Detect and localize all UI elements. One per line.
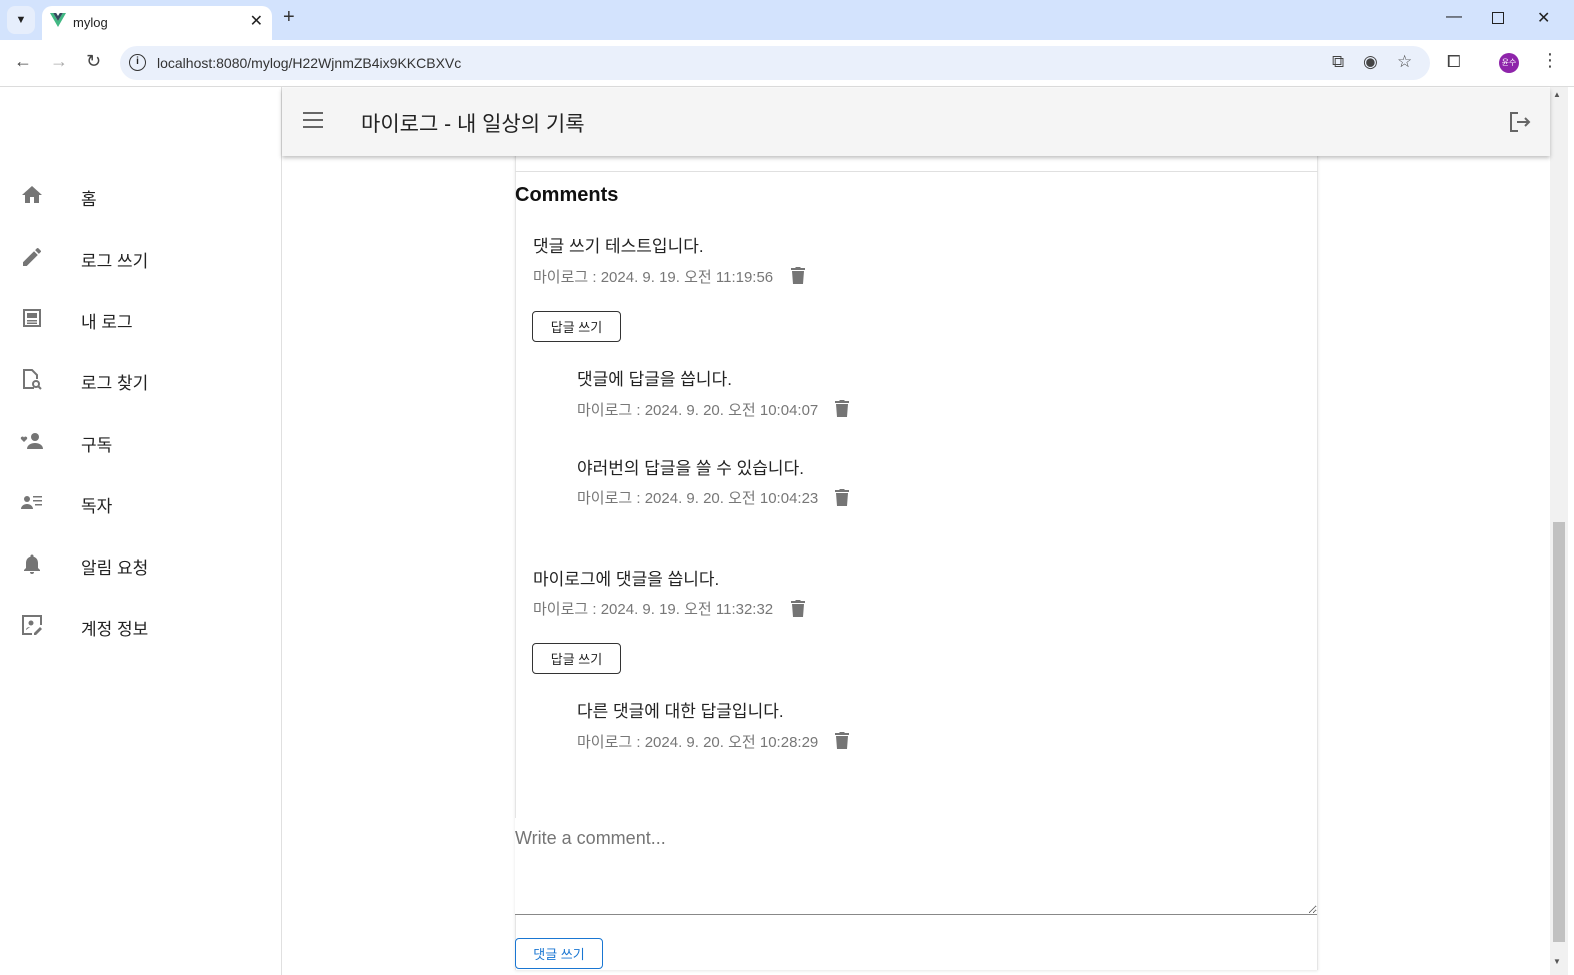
pencil-icon <box>23 247 41 266</box>
eye-icon[interactable]: ◉ <box>1363 52 1378 72</box>
submit-comment-button[interactable]: 댓글 쓰기 <box>515 938 603 969</box>
profile-avatar[interactable]: 윤수 <box>1499 53 1519 73</box>
scroll-up-icon[interactable]: ▲ <box>1553 90 1561 99</box>
find-document-icon <box>23 369 42 390</box>
site-info-icon[interactable]: i <box>129 54 146 71</box>
hamburger-menu-icon[interactable] <box>302 111 324 129</box>
url-text[interactable]: localhost:8080/mylog/H22WjnmZB4ix9KKCBXV… <box>157 55 461 71</box>
reply-button[interactable]: 답글 쓰기 <box>532 311 621 342</box>
scrollbar-thumb[interactable] <box>1553 522 1565 942</box>
open-external-icon[interactable]: ⧉ <box>1332 52 1344 72</box>
reload-icon[interactable]: ↻ <box>86 51 101 72</box>
tab-search-button[interactable]: ▼ <box>7 6 35 34</box>
reply-meta: 마이로그 : 2024. 9. 20. 오전 10:28:29 <box>577 734 819 751</box>
sidebar-item-readers[interactable]: 독자 <box>0 478 281 526</box>
reply-meta: 마이로그 : 2024. 9. 20. 오전 10:04:07 <box>577 402 819 419</box>
comment: 댓글 쓰기 테스트입니다. <box>533 237 704 256</box>
comment-input[interactable] <box>515 818 1317 915</box>
maximize-icon[interactable] <box>1492 12 1504 24</box>
page-title: 마이로그 - 내 일상의 기록 <box>361 113 585 136</box>
forward-icon[interactable]: → <box>50 51 68 72</box>
extensions-icon[interactable]: ⧠ <box>1447 52 1461 72</box>
account-edit-icon <box>22 615 42 635</box>
browser-menu-icon[interactable]: ⋮ <box>1541 50 1559 71</box>
comment-text: 마이로그에 댓글을 씁니다. <box>533 570 720 589</box>
trash-icon[interactable] <box>791 599 805 617</box>
app-header: 마이로그 - 내 일상의 기록 <box>282 88 1550 156</box>
trash-icon[interactable] <box>835 488 849 506</box>
trash-icon[interactable] <box>791 266 805 284</box>
bookmark-star-icon[interactable]: ☆ <box>1397 52 1412 72</box>
sidebar-item-account[interactable]: 계정 정보 <box>0 601 281 649</box>
vue-logo-icon <box>50 13 66 27</box>
reply-text: 야러번의 답글을 쓸 수 있습니다. <box>577 459 804 478</box>
sidebar-item-home[interactable]: 홈 <box>0 171 281 219</box>
trash-icon[interactable] <box>835 731 849 749</box>
sidebar: 홈 로그 쓰기 내 로그 로그 찾기 구독 독자 알림 요청 계정 정보 <box>0 87 282 975</box>
subscribe-icon <box>20 433 43 449</box>
back-icon[interactable]: ← <box>14 51 32 72</box>
reply-text: 댓글에 답글을 씁니다. <box>577 370 732 389</box>
reply-meta: 마이로그 : 2024. 9. 20. 오전 10:04:23 <box>577 490 819 507</box>
bell-icon <box>24 554 40 574</box>
article-icon <box>23 309 41 327</box>
comment-meta: 마이로그 : 2024. 9. 19. 오전 11:19:56 <box>533 269 774 286</box>
home-icon <box>22 186 42 203</box>
sidebar-item-find-log[interactable]: 로그 찾기 <box>0 355 281 403</box>
minimize-icon[interactable]: — <box>1446 8 1462 26</box>
logout-icon[interactable] <box>1508 110 1532 134</box>
reply-button[interactable]: 답글 쓰기 <box>532 643 621 674</box>
tab-close-icon[interactable]: ✕ <box>250 11 263 31</box>
tab-title: mylog <box>73 15 108 30</box>
comments-title: Comments <box>515 184 619 206</box>
comment-meta: 마이로그 : 2024. 9. 19. 오전 11:32:32 <box>533 601 774 618</box>
scroll-down-icon[interactable]: ▼ <box>1553 957 1561 966</box>
new-tab-button[interactable]: + <box>283 6 295 29</box>
sidebar-item-my-log[interactable]: 내 로그 <box>0 294 281 342</box>
sidebar-item-write-log[interactable]: 로그 쓰기 <box>0 233 281 281</box>
trash-icon[interactable] <box>835 399 849 417</box>
divider <box>515 171 1318 172</box>
address-bar[interactable]: i localhost:8080/mylog/H22WjnmZB4ix9KKCB… <box>120 46 1430 80</box>
reply-text: 다른 댓글에 대한 답글입니다. <box>577 702 784 721</box>
browser-tab[interactable]: mylog ✕ <box>42 6 272 40</box>
readers-icon <box>21 496 42 509</box>
sidebar-item-notifications[interactable]: 알림 요청 <box>0 540 281 588</box>
close-window-icon[interactable]: ✕ <box>1537 8 1550 28</box>
sidebar-item-subscribe[interactable]: 구독 <box>0 417 281 465</box>
